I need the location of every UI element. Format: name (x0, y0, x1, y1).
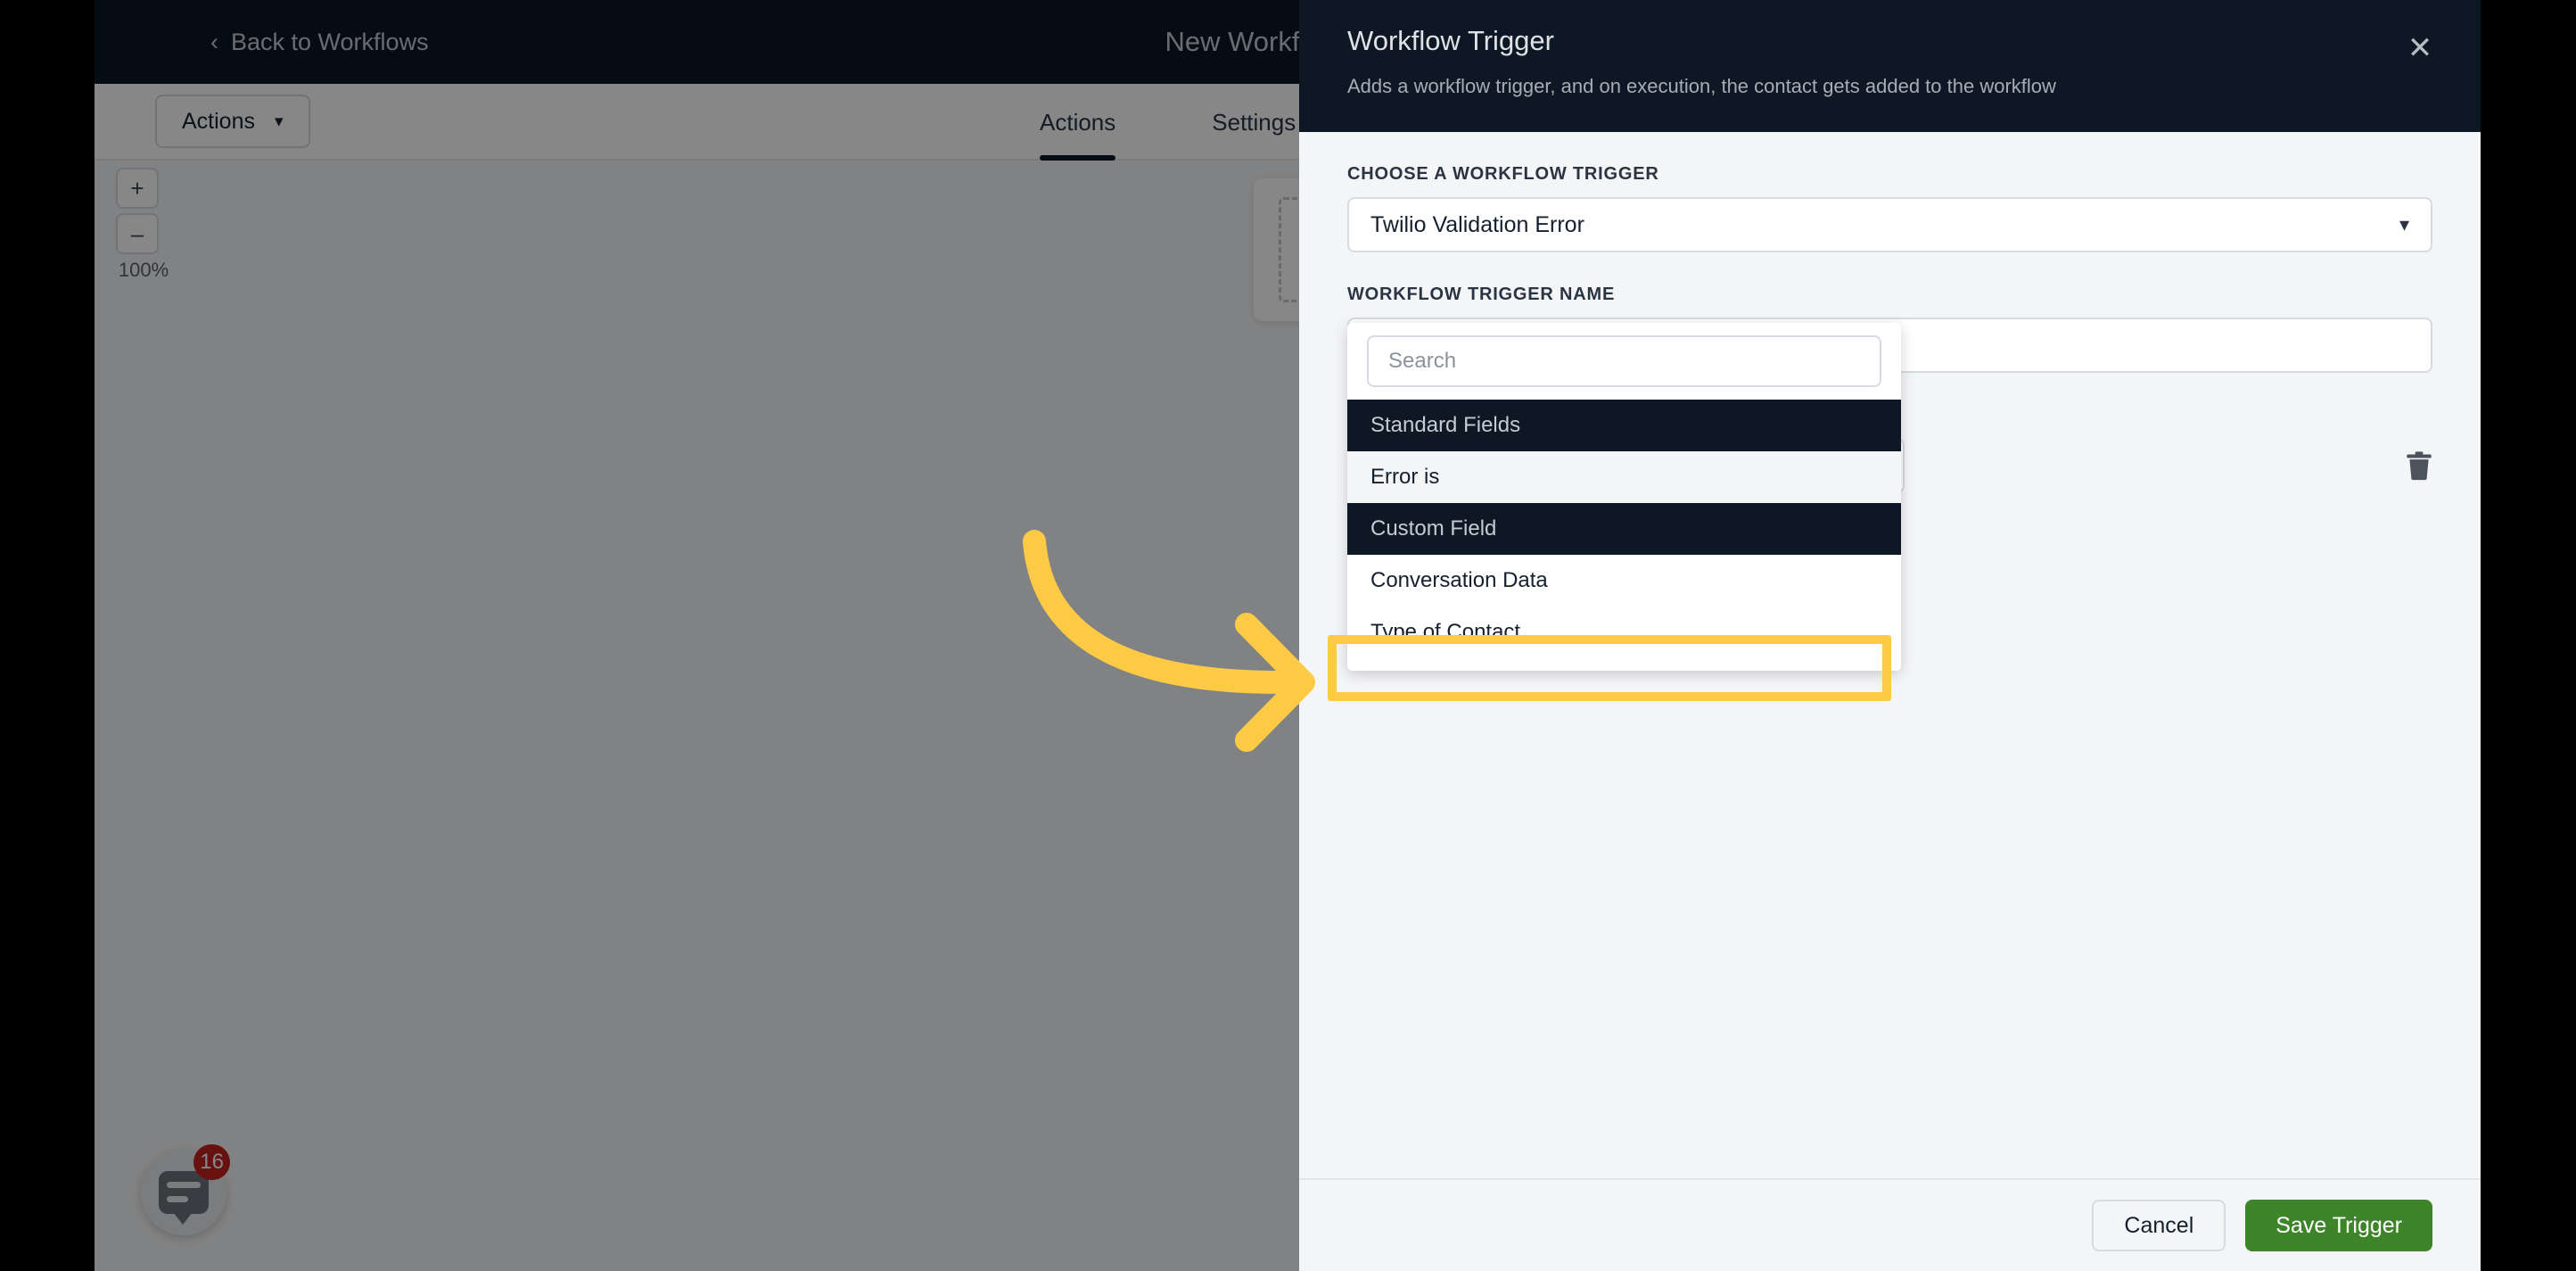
workflow-trigger-panel: Workflow Trigger Adds a workflow trigger… (1299, 0, 2481, 1271)
zoom-in-button[interactable]: + (116, 168, 159, 209)
save-trigger-button[interactable]: Save Trigger (2245, 1200, 2432, 1251)
dropdown-group-custom-field: Custom Field (1347, 503, 1901, 555)
dropdown-search-input[interactable] (1367, 335, 1881, 387)
filter-field-dropdown: Standard Fields Error is Custom Field Co… (1347, 323, 1901, 671)
tab-actions-label: Actions (1040, 108, 1116, 136)
dropdown-bottom-padding (1347, 658, 1901, 671)
actions-dropdown-button[interactable]: Actions ▾ (155, 95, 310, 148)
minus-icon: – (130, 219, 144, 247)
screen-root: ‹ Back to Workflows New Workflow : 168 A… (0, 0, 2576, 1271)
choose-trigger-value: Twilio Validation Error (1370, 211, 1584, 237)
tab-actions[interactable]: Actions (1040, 84, 1116, 161)
chat-line-1 (167, 1182, 201, 1188)
cancel-button[interactable]: Cancel (2092, 1200, 2226, 1251)
panel-title: Workflow Trigger (1347, 25, 1554, 56)
close-icon[interactable]: ✕ (2402, 32, 2438, 68)
panel-subtitle: Adds a workflow trigger, and on executio… (1347, 75, 2056, 97)
zoom-out-button[interactable]: – (116, 213, 159, 254)
dropdown-option-conversation-data[interactable]: Conversation Data (1347, 555, 1901, 607)
chat-bubble-icon (159, 1171, 209, 1225)
panel-header: Workflow Trigger Adds a workflow trigger… (1299, 0, 2481, 132)
panel-body: CHOOSE A WORKFLOW TRIGGER Twilio Validat… (1299, 132, 2481, 1178)
choose-trigger-select[interactable]: Twilio Validation Error ▾ (1347, 197, 2432, 252)
tab-bar: Actions Settings (1040, 84, 1296, 161)
plus-icon: + (130, 174, 144, 202)
actions-button-label: Actions (182, 108, 255, 134)
zoom-controls: + – 100% (116, 168, 169, 282)
panel-footer: Cancel Save Trigger (1299, 1178, 2481, 1271)
trash-icon[interactable] (2406, 450, 2432, 481)
chat-unread-badge: 16 (193, 1144, 230, 1180)
dropdown-option-error-is[interactable]: Error is (1347, 451, 1901, 503)
chat-line-2 (167, 1196, 188, 1202)
zoom-level-label: 100% (118, 259, 169, 281)
chevron-down-icon: ▾ (274, 111, 284, 131)
tab-settings[interactable]: Settings (1212, 84, 1296, 161)
chevron-down-icon: ▾ (2399, 213, 2409, 235)
choose-trigger-label: CHOOSE A WORKFLOW TRIGGER (1347, 164, 1659, 184)
support-chat-widget[interactable]: 16 (141, 1144, 230, 1235)
dropdown-option-type-of-contact[interactable]: Type of Contact (1347, 607, 1901, 658)
trigger-name-label: WORKFLOW TRIGGER NAME (1347, 285, 1616, 304)
dropdown-search-wrapper (1347, 335, 1901, 400)
dropdown-group-standard-fields: Standard Fields (1347, 400, 1901, 451)
tab-settings-label: Settings (1212, 108, 1296, 136)
